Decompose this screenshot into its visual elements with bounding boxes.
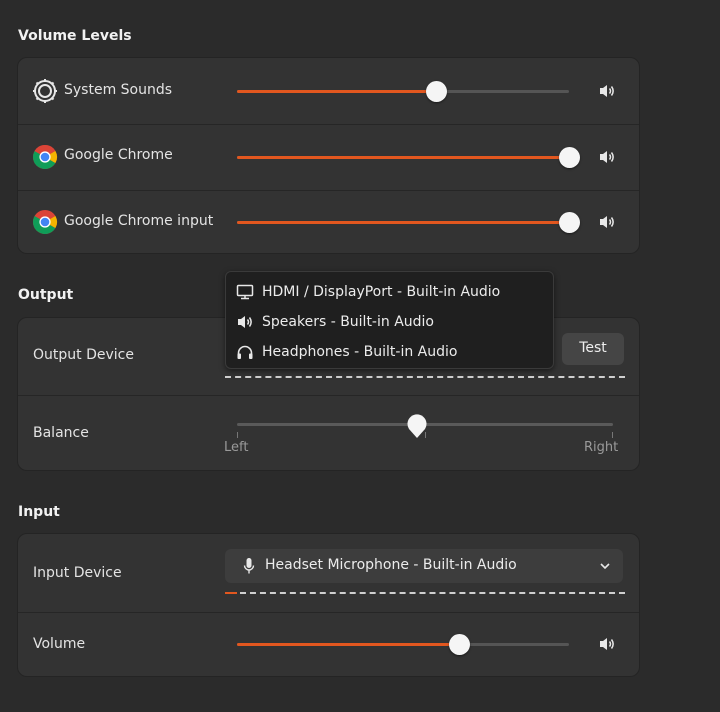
chrome-icon: [32, 210, 58, 235]
input-volume-label: Volume: [33, 636, 86, 652]
input-volume-slider-fill: [237, 643, 460, 646]
input-volume-slider-knob[interactable]: [449, 634, 471, 655]
input-device-label: Input Device: [33, 565, 122, 581]
output-level-indicator: [225, 376, 625, 378]
input-device-dropdown[interactable]: Headset Microphone - Built-in Audio: [225, 549, 623, 583]
balance-tick-left: [237, 432, 238, 438]
google-chrome-input-slider[interactable]: [237, 212, 580, 233]
google-chrome-label: Google Chrome: [64, 147, 173, 163]
chevron-down-icon: [600, 563, 610, 570]
output-device-menu: HDMI / DisplayPort - Built-in Audio Spea…: [225, 271, 554, 369]
microphone-icon: [243, 558, 255, 574]
system-sounds-icon: [33, 79, 57, 103]
speaker-icon[interactable]: [598, 83, 616, 99]
balance-label: Balance: [33, 425, 89, 441]
input-heading: Input: [18, 504, 60, 520]
system-sounds-row: System Sounds: [18, 58, 639, 124]
google-chrome-slider[interactable]: [237, 147, 580, 168]
google-chrome-row: Google Chrome: [18, 124, 639, 190]
system-sounds-slider-knob[interactable]: [426, 81, 448, 102]
speaker-icon[interactable]: [598, 149, 616, 165]
google-chrome-input-row: Google Chrome input: [18, 190, 639, 255]
menu-item-headphones[interactable]: Headphones - Built-in Audio: [234, 338, 546, 366]
menu-item-speakers-label: Speakers - Built-in Audio: [262, 314, 434, 330]
system-sounds-slider-fill: [237, 90, 437, 93]
google-chrome-slider-knob[interactable]: [559, 147, 580, 168]
input-volume-slider[interactable]: [237, 634, 569, 655]
menu-item-speakers[interactable]: Speakers - Built-in Audio: [234, 308, 546, 336]
output-heading: Output: [18, 287, 74, 303]
output-device-label: Output Device: [33, 347, 134, 363]
balance-tick-right: [612, 432, 613, 438]
system-sounds-label: System Sounds: [64, 82, 173, 98]
chrome-icon: [32, 145, 58, 170]
balance-slider-knob[interactable]: [406, 413, 428, 439]
google-chrome-input-label: Google Chrome input: [64, 213, 214, 229]
test-button[interactable]: Test: [562, 333, 624, 365]
google-chrome-input-slider-fill: [237, 221, 569, 224]
input-level-active: [225, 592, 237, 594]
speaker-icon: [238, 316, 252, 328]
headphones-icon: [237, 345, 253, 359]
google-chrome-input-slider-knob[interactable]: [559, 212, 580, 233]
volume-levels-heading: Volume Levels: [18, 28, 132, 44]
google-chrome-slider-fill: [237, 156, 569, 159]
menu-item-headphones-label: Headphones - Built-in Audio: [262, 344, 458, 360]
menu-item-hdmi[interactable]: HDMI / DisplayPort - Built-in Audio: [234, 278, 546, 306]
monitor-icon: [236, 284, 254, 300]
menu-item-hdmi-label: HDMI / DisplayPort - Built-in Audio: [262, 284, 501, 300]
volume-levels-card: System Sounds Google Chrome Google Chrom…: [17, 57, 640, 254]
balance-right-label: Right: [584, 440, 619, 455]
speaker-icon[interactable]: [598, 214, 616, 230]
balance-left-label: Left: [224, 440, 249, 455]
input-level-indicator: [240, 592, 625, 594]
system-sounds-slider[interactable]: [237, 81, 569, 102]
input-device-selected: Headset Microphone - Built-in Audio: [265, 557, 517, 573]
speaker-icon[interactable]: [598, 636, 616, 652]
